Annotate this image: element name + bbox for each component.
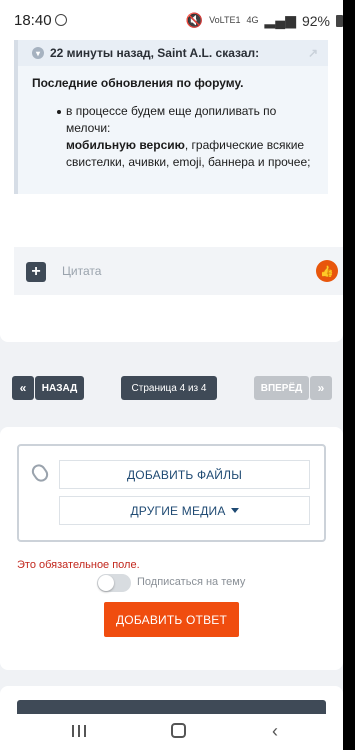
reply-toolbar: + Цитата 👍 <box>14 247 343 295</box>
quote-item-bold: мобильную версию <box>66 138 185 152</box>
subscribe-label: Подписаться на тему <box>137 576 246 588</box>
share-icon[interactable]: ↗ <box>308 46 318 60</box>
reply-form: ДОБАВИТЬ ФАЙЛЫ ДРУГИЕ МЕДИА Это обязател… <box>0 427 343 670</box>
quote-header-text: 22 минуты назад, Saint A.L. сказал: <box>50 46 260 60</box>
post-card: ▾ 22 минуты назад, Saint A.L. сказал: ↗ … <box>0 40 343 342</box>
system-nav-bar: ‹ <box>0 714 343 750</box>
paperclip-icon <box>29 461 51 485</box>
add-button[interactable]: + <box>26 262 46 282</box>
network-type: 4G <box>246 15 259 25</box>
battery-percent: 92% <box>301 12 330 29</box>
add-files-button[interactable]: ДОБАВИТЬ ФАЙЛЫ <box>59 460 310 489</box>
last-page-button[interactable]: » <box>310 376 332 400</box>
next-section <box>0 686 343 716</box>
other-media-label: ДРУГИЕ МЕДИА <box>130 503 226 518</box>
caret-down-icon <box>230 508 239 513</box>
chevron-down-icon[interactable]: ▾ <box>32 47 44 59</box>
signal-icon: ▂▄▆ <box>264 12 296 28</box>
add-files-label: ДОБАВИТЬ ФАЙЛЫ <box>126 467 243 482</box>
required-field-error: Это обязательное поле. <box>17 559 140 571</box>
quote-action[interactable]: Цитата <box>62 264 101 278</box>
quote-block: ▾ 22 минуты назад, Saint A.L. сказал: ↗ … <box>14 40 328 194</box>
status-time: 18:40 <box>14 12 52 29</box>
recent-apps-icon[interactable] <box>72 725 86 737</box>
submit-reply-button[interactable]: ДОБАВИТЬ ОТВЕТ <box>104 602 239 637</box>
toggle-knob <box>98 575 114 591</box>
quote-header[interactable]: ▾ 22 минуты назад, Saint A.L. сказал: ↗ <box>18 40 328 66</box>
next-page-button[interactable]: ВПЕРЁД <box>254 376 309 400</box>
attachments-panel: ДОБАВИТЬ ФАЙЛЫ ДРУГИЕ МЕДИА <box>17 444 326 542</box>
first-page-button[interactable]: « <box>12 376 34 400</box>
other-media-button[interactable]: ДРУГИЕ МЕДИА <box>59 496 310 525</box>
prev-page-button[interactable]: НАЗАД <box>35 376 84 400</box>
bullet <box>57 110 61 114</box>
like-icon[interactable]: 👍 <box>316 260 338 282</box>
vpn-shield-icon <box>55 14 67 26</box>
home-icon[interactable] <box>171 723 186 738</box>
pagination: « НАЗАД Страница 4 из 4 ВПЕРЁД » <box>0 372 355 404</box>
mute-icon: 🔇 <box>185 12 204 28</box>
quote-title: Последние обновления по форуму. <box>32 76 244 90</box>
quote-item-prefix: в процессе будем еще допиливать по мелоч… <box>66 104 277 135</box>
subscribe-toggle[interactable] <box>97 574 131 592</box>
back-icon[interactable]: ‹ <box>272 722 278 740</box>
battery-icon <box>336 14 343 27</box>
status-bar: 18:40 🔇 VoLTE1 4G ▂▄▆ 92% <box>0 0 355 40</box>
volte-label: VoLTE1 <box>209 15 241 25</box>
status-indicators: 🔇 VoLTE1 4G ▂▄▆ 92% <box>186 12 343 29</box>
quote-list-item: в процессе будем еще допиливать по мелоч… <box>57 103 321 171</box>
page-indicator[interactable]: Страница 4 из 4 <box>121 376 217 400</box>
